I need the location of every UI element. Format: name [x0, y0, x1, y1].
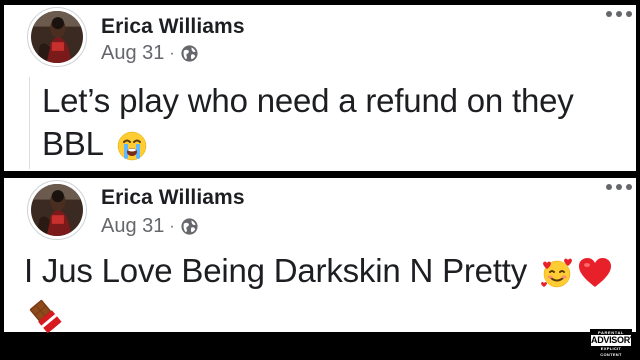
- globe-icon[interactable]: [180, 217, 199, 236]
- post-text-container: I Jus Love Being Darkskin N Pretty: [24, 249, 634, 335]
- profile-photo: [31, 11, 83, 63]
- screenshot-frame: Erica Williams Aug 31 · Let’s play who n…: [0, 0, 640, 360]
- advisory-middle-text: ADVISORY: [591, 335, 636, 345]
- smiling-face-with-hearts-icon: [540, 256, 574, 290]
- meta-separator: ·: [169, 44, 175, 62]
- advisory-bottom-text: EXPLICIT CONTENT: [591, 346, 631, 358]
- divider: [29, 77, 30, 169]
- post-meta: Aug 31 ·: [101, 215, 199, 238]
- post-card: Erica Williams Aug 31 · I Jus Love Being…: [4, 178, 636, 335]
- post-text-container: Let’s play who need a refund on they BBL: [42, 79, 622, 165]
- profile-photo: [31, 184, 83, 236]
- meta-separator: ·: [169, 217, 175, 235]
- post-card: Erica Williams Aug 31 · Let’s play who n…: [4, 5, 636, 171]
- more-options-icon[interactable]: [606, 11, 632, 17]
- chocolate-bar-icon: [28, 299, 62, 334]
- loudly-crying-face-icon: [116, 130, 148, 162]
- author-name[interactable]: Erica Williams: [101, 186, 245, 210]
- post-text: I Jus Love Being Darkskin N Pretty: [24, 252, 528, 289]
- post-date[interactable]: Aug 31: [101, 42, 164, 65]
- avatar[interactable]: [27, 7, 87, 67]
- post-meta: Aug 31 ·: [101, 42, 199, 65]
- avatar[interactable]: [27, 180, 87, 240]
- parental-advisory-label: PARENTAL ADVISORY EXPLICIT CONTENT: [590, 329, 636, 358]
- more-options-icon[interactable]: [606, 184, 632, 190]
- author-name[interactable]: Erica Williams: [101, 15, 245, 39]
- globe-icon[interactable]: [180, 44, 199, 63]
- red-heart-icon: [578, 257, 612, 289]
- post-date[interactable]: Aug 31: [101, 215, 164, 238]
